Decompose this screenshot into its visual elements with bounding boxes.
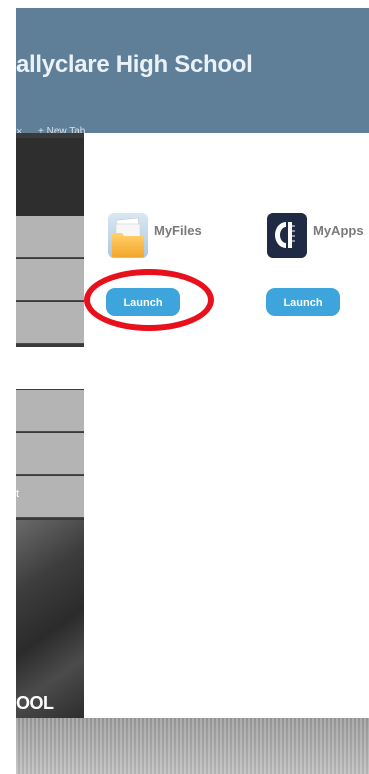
sidebar-header: [16, 138, 84, 216]
sidebar-item-7[interactable]: t: [16, 476, 84, 518]
school-title: allyclare High School: [16, 51, 253, 78]
sidebar-item-active[interactable]: [16, 347, 84, 389]
bottom-bar: [16, 718, 369, 774]
sidebar-item-1[interactable]: [16, 216, 84, 258]
app-name-myapps: MyApps: [313, 223, 364, 238]
app-name-myfiles: MyFiles: [154, 223, 202, 238]
folder-files-icon[interactable]: [108, 213, 148, 258]
sidebar-item-5[interactable]: [16, 390, 84, 432]
sidebar-item-6[interactable]: [16, 433, 84, 475]
sidebar-item-2[interactable]: [16, 259, 84, 301]
sidebar: t OOL: [16, 133, 84, 718]
highlight-annotation: [84, 269, 214, 331]
sidebar-background-graphic: [16, 520, 84, 718]
sidebar-item-3[interactable]: [16, 302, 84, 344]
myapps-logo-icon[interactable]: [267, 213, 307, 258]
sidebar-footer-text: OOL: [16, 693, 54, 713]
portal-header: allyclare High School × + New Tab: [16, 8, 369, 138]
apps-panel: MyFiles Launch App MyApps Launch App: [84, 133, 369, 718]
launch-app-button-myapps[interactable]: Launch App: [266, 288, 340, 337]
